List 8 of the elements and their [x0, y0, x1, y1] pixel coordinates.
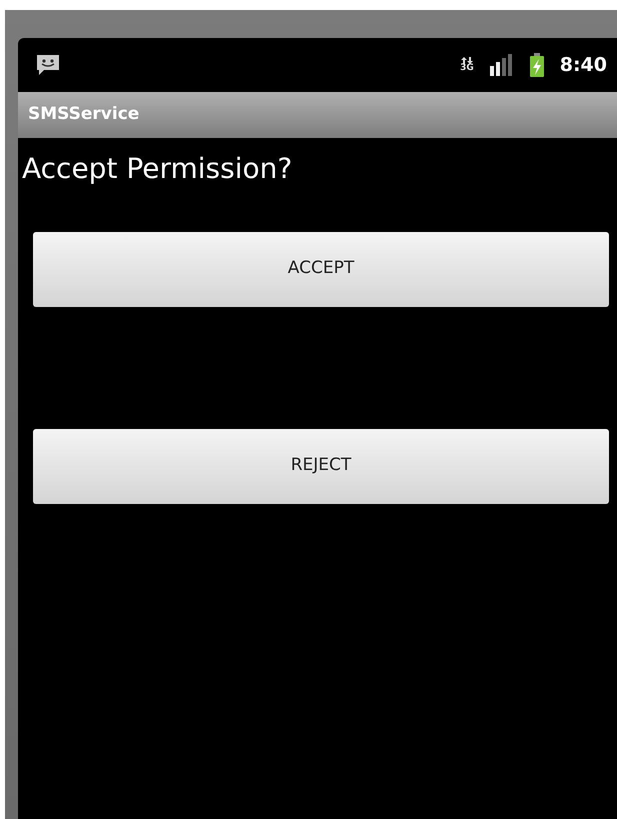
- app-title: SMSService: [28, 103, 140, 126]
- permission-heading: Accept Permission?: [22, 152, 294, 186]
- action-button[interactable]: REJECT: [33, 428, 609, 504]
- action-button[interactable]: ACCEPT: [33, 232, 609, 307]
- battery-charging-icon: [530, 53, 544, 77]
- clock: 8:40: [560, 52, 607, 78]
- signal-icon: [490, 54, 514, 76]
- message-icon: [36, 53, 60, 77]
